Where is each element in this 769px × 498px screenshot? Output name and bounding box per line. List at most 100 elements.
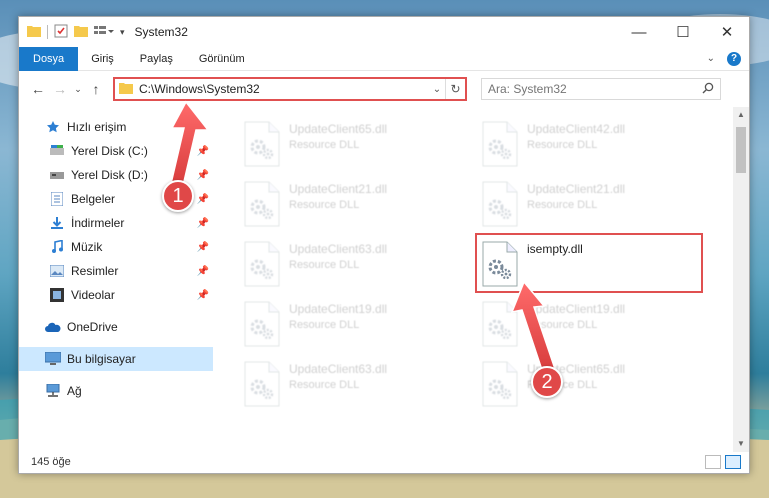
pin-icon[interactable]: 📌 (197, 266, 209, 277)
file-list: UpdateClient65.dll Resource DLL UpdateCli… (213, 107, 749, 452)
minimize-button[interactable]: — (617, 17, 661, 47)
pin-icon[interactable]: 📌 (197, 194, 209, 205)
vertical-scrollbar[interactable]: ▲ ▼ (733, 107, 749, 452)
pin-icon[interactable]: 📌 (197, 242, 209, 253)
file-name: UpdateClient65.dll (289, 122, 388, 136)
new-folder-icon[interactable] (74, 25, 88, 40)
help-button[interactable]: ? (727, 51, 741, 66)
sidebar-item-music[interactable]: Müzik 📌 (19, 235, 213, 259)
forward-arrow-icon[interactable]: → (49, 81, 71, 97)
star-icon (45, 119, 61, 135)
drive-icon (49, 167, 65, 183)
file-tile[interactable]: UpdateClient19.dll Resource DLL (479, 295, 709, 353)
sidebar-item-network[interactable]: Ağ (19, 379, 213, 403)
file-tile[interactable]: UpdateClient63.dll Resource DLL (241, 355, 471, 413)
tiles-view-icon[interactable] (725, 455, 741, 469)
window-title: System32 (134, 25, 188, 39)
search-icon[interactable] (702, 82, 714, 97)
pin-icon[interactable]: 📌 (197, 170, 209, 181)
file-tile[interactable]: UpdateClient21.dll Resource DLL (479, 175, 709, 233)
dll-file-icon (241, 361, 281, 407)
main-content: Hızlı erişim Yerel Disk (C:) 📌 Yerel Dis… (19, 107, 749, 452)
sidebar-item-label: Videolar (71, 288, 115, 302)
file-name: UpdateClient63.dll (289, 362, 388, 376)
drive-icon (49, 143, 65, 159)
callout-step-two: 2 (531, 366, 563, 398)
sidebar-item-videos[interactable]: Videolar 📌 (19, 283, 213, 307)
close-button[interactable]: ✕ (705, 17, 749, 47)
tab-view[interactable]: Görünüm (186, 47, 258, 71)
tab-share[interactable]: Paylaş (127, 47, 186, 71)
file-tile[interactable]: UpdateClient65.dllResource DLL (479, 355, 709, 413)
properties-icon[interactable] (54, 24, 68, 41)
music-icon (49, 239, 65, 255)
sidebar-item-this-pc[interactable]: Bu bilgisayar (19, 347, 213, 371)
sidebar-item-onedrive[interactable]: OneDrive (19, 315, 213, 339)
cloud-icon (45, 319, 61, 335)
network-icon (45, 383, 61, 399)
address-row: ← → ⌄ ↑ C:\Windows\System32 ⌄ ↻ (19, 71, 749, 107)
address-path[interactable]: C:\Windows\System32 (139, 82, 429, 96)
sidebar-item-pictures[interactable]: Resimler 📌 (19, 259, 213, 283)
ribbon-right: ⌄ ? (707, 51, 749, 66)
sidebar-item-label: Yerel Disk (D:) (71, 168, 148, 182)
pin-icon[interactable]: 📌 (197, 290, 209, 301)
dll-file-icon (241, 301, 281, 347)
sidebar-item-quick-access[interactable]: Hızlı erişim (19, 115, 213, 139)
sidebar-item-label: Bu bilgisayar (67, 352, 136, 366)
tab-file[interactable]: Dosya (19, 46, 79, 71)
up-arrow-icon[interactable]: ↑ (85, 81, 107, 97)
navigation-pane: Hızlı erişim Yerel Disk (C:) 📌 Yerel Dis… (19, 107, 213, 452)
customize-toolbar-icon[interactable] (94, 25, 114, 40)
sidebar-item-local-disk-c[interactable]: Yerel Disk (C:) 📌 (19, 139, 213, 163)
dll-file-icon (241, 241, 281, 287)
computer-icon (45, 351, 61, 367)
file-type: Resource DLL (289, 379, 360, 391)
downloads-icon (49, 215, 65, 231)
file-name: UpdateClient63.dll (289, 242, 388, 256)
sidebar-item-label: Müzik (71, 240, 103, 254)
file-type: Resource DLL (289, 199, 360, 211)
maximize-button[interactable]: ☐ (661, 17, 705, 47)
file-tile[interactable]: UpdateClient65.dll Resource DLL (241, 115, 471, 173)
sidebar-item-label: Hızlı erişim (67, 120, 127, 134)
file-type: Resource DLL (289, 259, 360, 271)
recent-locations-chevron-icon[interactable]: ⌄ (71, 84, 85, 95)
refresh-icon[interactable]: ↻ (445, 79, 465, 99)
back-arrow-icon[interactable]: ← (27, 81, 49, 97)
search-box[interactable] (481, 78, 721, 100)
search-input[interactable] (488, 82, 702, 96)
highlight-frame (475, 233, 703, 293)
sidebar-item-downloads[interactable]: İndirmeler 📌 (19, 211, 213, 235)
folder-icon (27, 25, 41, 40)
address-bar[interactable]: C:\Windows\System32 ⌄ ↻ (113, 77, 467, 101)
title-bar: ▾ System32 — ☐ ✕ (19, 17, 749, 47)
quick-access-toolbar: ▾ (19, 24, 125, 41)
file-name: UpdateClient21.dll (289, 182, 388, 196)
file-tile[interactable]: UpdateClient63.dll Resource DLL (241, 235, 471, 293)
toolbar-divider (47, 25, 48, 39)
item-count: 145 öğe (31, 456, 71, 468)
explorer-window: ▾ System32 — ☐ ✕ Dosya Giriş Paylaş Görü… (18, 16, 750, 474)
scroll-up-icon[interactable]: ▲ (733, 107, 749, 123)
tab-home[interactable]: Giriş (78, 47, 127, 71)
scroll-thumb[interactable] (736, 127, 746, 173)
pin-icon[interactable]: 📌 (197, 146, 209, 157)
sidebar-item-label: Yerel Disk (C:) (71, 144, 148, 158)
pin-icon[interactable]: 📌 (197, 218, 209, 229)
scroll-down-icon[interactable]: ▼ (733, 436, 749, 452)
sidebar-item-label: İndirmeler (71, 216, 125, 230)
file-tile[interactable]: UpdateClient19.dll Resource DLL (241, 295, 471, 353)
expand-ribbon-icon[interactable]: ⌄ (707, 53, 715, 64)
address-dropdown-icon[interactable]: ⌄ (429, 84, 445, 95)
file-type: Resource DLL (289, 139, 360, 151)
file-type: Resource DLL (527, 139, 598, 151)
file-name: UpdateClient19.dll (289, 302, 388, 316)
file-name: UpdateClient42.dll (527, 122, 626, 136)
details-view-icon[interactable] (705, 455, 721, 469)
file-tile[interactable]: UpdateClient21.dll Resource DLL (241, 175, 471, 233)
folder-icon (119, 82, 133, 97)
file-tile[interactable]: UpdateClient42.dll Resource DLL (479, 115, 709, 173)
chevron-down-icon[interactable]: ▾ (120, 27, 125, 38)
sidebar-item-label: Belgeler (71, 192, 116, 206)
